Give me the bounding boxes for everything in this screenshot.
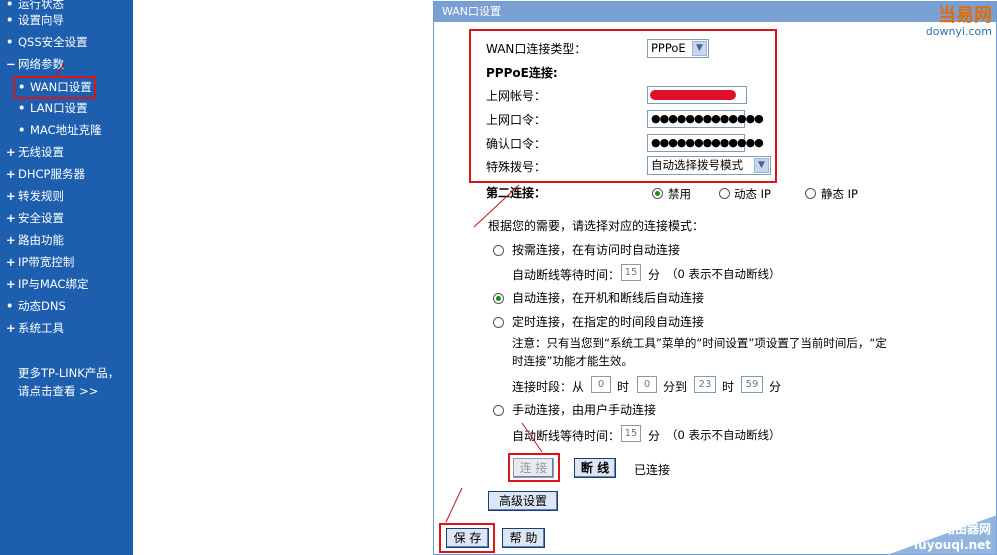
second-conn-dynamic-radio[interactable] (719, 188, 730, 199)
second-conn-dynamic-label: 动态 IP (734, 187, 771, 201)
sidebar-item-ddns[interactable]: • 动态DNS (6, 296, 66, 316)
period-to-hour-input[interactable]: 23 (694, 376, 716, 393)
sidebar-item-label: 动态DNS (18, 299, 66, 313)
second-conn-disabled-radio[interactable] (652, 188, 663, 199)
advanced-settings-button[interactable]: 高级设置 (488, 491, 558, 511)
period-hour-unit: 时 (617, 380, 630, 394)
period-minute-unit: 分 (769, 380, 782, 394)
idle-time-unit-2: 分 (648, 429, 661, 443)
idle-time-unit: 分 (648, 268, 661, 282)
disconnect-button[interactable]: 断 线 (574, 458, 616, 478)
period-label: 连接时段：从 (512, 380, 585, 394)
watermark-luyouqi: 路由器网 luyouqi.net (867, 515, 997, 555)
second-conn-static-radio[interactable] (805, 188, 816, 199)
sidebar-item-system-tools[interactable]: + 系统工具 (6, 318, 64, 338)
idle-time-input[interactable]: 15 (621, 264, 641, 281)
sidebar-item-label: IP带宽控制 (18, 255, 75, 269)
mode-prompt: 根据您的需要，请选择对应的连接模式： (488, 219, 705, 233)
wan-settings-panel: WAN口设置 WAN口连接类型： PPPoE ▼ PPPoE连接: 上网帐号： … (433, 1, 997, 555)
period-to-label: 分到 (663, 380, 688, 394)
promo-line1: 更多TP-LINK产品， (18, 366, 120, 380)
sidebar-item-label: DHCP服务器 (18, 167, 85, 181)
sidebar-item-wireless[interactable]: + 无线设置 (6, 142, 64, 162)
mode-auto-label: 自动连接，在开机和断线后自动连接 (512, 291, 705, 305)
sidebar-item-label: IP与MAC绑定 (18, 277, 89, 291)
mode-timed-label: 定时连接，在指定的时间段自动连接 (512, 315, 705, 329)
promo-link[interactable]: 更多TP-LINK产品， 请点击查看 >> (18, 364, 119, 400)
mode-timed-radio[interactable] (493, 317, 504, 328)
connect-highlight-box (508, 453, 560, 482)
sidebar-item-routing[interactable]: + 路由功能 (6, 230, 64, 250)
sidebar-item-lan[interactable]: • LAN口设置 (18, 98, 88, 118)
sidebar-item-label: 安全设置 (18, 211, 64, 225)
sidebar-item-label: 路由功能 (18, 233, 64, 247)
mode-manual-radio[interactable] (493, 405, 504, 416)
sidebar-item-ip-mac-bind[interactable]: + IP与MAC绑定 (6, 274, 88, 294)
connection-status: 已连接 (634, 463, 671, 477)
second-conn-static-label: 静态 IP (821, 187, 858, 201)
sidebar-item-dhcp[interactable]: + DHCP服务器 (6, 164, 85, 184)
mode-on-demand-label: 按需连接，在有访问时自动连接 (512, 243, 681, 257)
sidebar-item-label: MAC地址克隆 (30, 123, 102, 137)
panel-title: WAN口设置 (434, 2, 996, 22)
sidebar-item-label: 转发规则 (18, 189, 64, 203)
watermark-logo: 当易网 (938, 5, 992, 26)
promo-line2: 请点击查看 >> (18, 384, 99, 398)
period-from-minute-input[interactable]: 0 (637, 376, 657, 393)
sidebar-arrow (55, 63, 65, 77)
idle-time-note: （0 表示不自动断线） (666, 267, 781, 281)
arrow-line-wan (55, 63, 65, 77)
idle-time-label-2: 自动断线等待时间： (512, 429, 621, 443)
second-conn-label: 第二连接： (486, 186, 547, 200)
sidebar-item-security[interactable]: + 安全设置 (6, 208, 64, 228)
credentials-highlight-box (469, 29, 777, 183)
idle-time-note-2: （0 表示不自动断线） (666, 428, 781, 442)
period-hour-unit-2: 时 (722, 380, 735, 394)
period-from-hour-input[interactable]: 0 (591, 376, 611, 393)
sidebar-item-label: 系统工具 (18, 321, 64, 335)
timed-note-line1: 注意：只有当您到“系统工具”菜单的“时间设置”项设置了当前时间后，“定 (512, 336, 887, 350)
timed-note-line2: 时连接”功能才能生效。 (512, 354, 633, 368)
idle-time-label: 自动断线等待时间： (512, 268, 621, 282)
arrow-line-save (445, 487, 463, 523)
watermark-line1: 路由器网 (942, 522, 991, 536)
sidebar-item-bandwidth[interactable]: + IP带宽控制 (6, 252, 74, 272)
sidebar-item-label: 无线设置 (18, 145, 64, 159)
mode-auto-radio[interactable] (493, 293, 504, 304)
watermark-downyi: 当易网 downyi.com (926, 6, 992, 38)
period-to-minute-input[interactable]: 59 (741, 376, 763, 393)
mode-on-demand-radio[interactable] (493, 245, 504, 256)
mode-manual-label: 手动连接，由用户手动连接 (512, 403, 657, 417)
second-conn-disabled-label: 禁用 (668, 187, 691, 201)
idle-time-input-2[interactable]: 15 (621, 425, 641, 442)
watermark-domain: downyi.com (925, 25, 992, 38)
sidebar-item-forwarding[interactable]: + 转发规则 (6, 186, 64, 206)
sidebar-item-mac-clone[interactable]: • MAC地址克隆 (18, 120, 102, 140)
help-button[interactable]: 帮 助 (502, 528, 545, 548)
sidebar-item-label: LAN口设置 (30, 101, 88, 115)
watermark-line2: luyouqi.net (914, 538, 991, 552)
save-highlight-box (439, 523, 495, 553)
